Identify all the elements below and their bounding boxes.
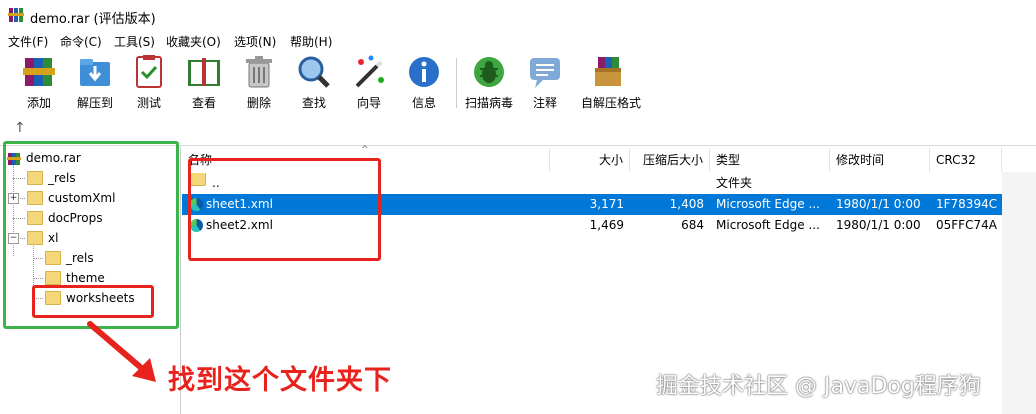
scan-virus-label: 扫描病毒 (464, 96, 513, 110)
add-button[interactable]: 添加 (12, 54, 66, 112)
annotation-text: 找到这个文件夹下 (168, 365, 392, 396)
extract-to-icon (80, 59, 110, 86)
column-type[interactable]: 类型 (710, 148, 830, 172)
delete-trash-icon (246, 56, 272, 88)
file-modified: 1980/1/1 0:00 (836, 218, 921, 232)
comment-label: 注释 (532, 96, 557, 110)
comment-icon (530, 58, 560, 88)
up-arrow-icon[interactable]: ↑ (14, 120, 26, 136)
column-modified[interactable]: 修改时间 (830, 148, 930, 172)
info-icon (409, 57, 439, 87)
column-crc32[interactable]: CRC32 (930, 148, 1002, 172)
view-label: 查看 (191, 96, 216, 110)
file-packed-size: 1,408 (669, 197, 704, 211)
menu-help[interactable]: 帮助(H) (290, 33, 332, 50)
file-size: 3,171 (589, 197, 624, 211)
test-button[interactable]: 测试 (122, 54, 176, 112)
menu-command[interactable]: 命令(C) (60, 33, 102, 50)
find-label: 查找 (301, 96, 326, 110)
delete-button[interactable]: 删除 (232, 54, 286, 112)
highlight-box-worksheets (32, 285, 154, 318)
menu-bar: 文件(F) 命令(C) 工具(S) 收藏夹(O) 选项(N) 帮助(H) (0, 32, 1036, 52)
comment-button[interactable]: 注释 (518, 54, 572, 112)
column-size[interactable]: 大小 (550, 148, 630, 172)
annotation-arrow-icon (87, 321, 156, 382)
extract-to-button[interactable]: 解压到 (68, 54, 122, 112)
menu-favorites[interactable]: 收藏夹(O) (166, 33, 221, 50)
info-button[interactable]: 信息 (397, 54, 451, 112)
file-type: Microsoft Edge ... (716, 218, 820, 232)
toolbar-separator (456, 58, 457, 108)
sfx-icon (595, 57, 621, 86)
scan-virus-button[interactable]: 扫描病毒 (462, 54, 516, 112)
file-crc32: 05FFC74A (936, 218, 997, 232)
file-packed-size: 684 (681, 218, 704, 232)
wizard-button[interactable]: 向导 (342, 54, 396, 112)
watermark: 掘金技术社区 @ JavaDog程序狗 (656, 374, 981, 399)
file-size: 1,469 (589, 218, 624, 232)
menu-options[interactable]: 选项(N) (234, 33, 276, 50)
file-crc32: 1F78394C (936, 197, 998, 211)
menu-file[interactable]: 文件(F) (8, 33, 48, 50)
file-type: Microsoft Edge ... (716, 197, 820, 211)
test-label: 测试 (136, 96, 161, 110)
find-magnifier-icon (298, 56, 330, 88)
test-icon (136, 55, 162, 88)
path-bar: ↑ (0, 116, 1036, 144)
sfx-label: 自解压格式 (581, 96, 642, 110)
window-title: demo.rar (评估版本) (30, 12, 156, 27)
list-right-gutter (1002, 172, 1036, 414)
winrar-app-icon (8, 8, 24, 22)
add-label: 添加 (26, 96, 51, 110)
find-button[interactable]: 查找 (287, 54, 341, 112)
file-type: 文件夹 (716, 176, 753, 190)
view-book-icon (188, 58, 220, 86)
sfx-button[interactable]: 自解压格式 (581, 54, 642, 112)
add-archive-icon (23, 58, 55, 86)
file-modified: 1980/1/1 0:00 (836, 197, 921, 211)
wizard-wand-icon (355, 55, 384, 88)
highlight-box-files (188, 158, 381, 261)
sort-ascending-icon: ^ (361, 145, 369, 155)
column-packed-size[interactable]: 压缩后大小 (630, 148, 710, 172)
delete-label: 删除 (246, 96, 271, 110)
extract-to-label: 解压到 (76, 96, 113, 110)
title-bar: demo.rar (评估版本) (0, 0, 1036, 32)
scan-virus-icon (474, 57, 504, 87)
menu-tools[interactable]: 工具(S) (114, 33, 155, 50)
info-label: 信息 (411, 96, 436, 110)
toolbar: 添加 解压到 测试 查看 删除 查找 向导 信息 扫描病毒 注释 自解压格式 (0, 52, 1036, 114)
view-button[interactable]: 查看 (177, 54, 231, 112)
wizard-label: 向导 (356, 96, 381, 110)
